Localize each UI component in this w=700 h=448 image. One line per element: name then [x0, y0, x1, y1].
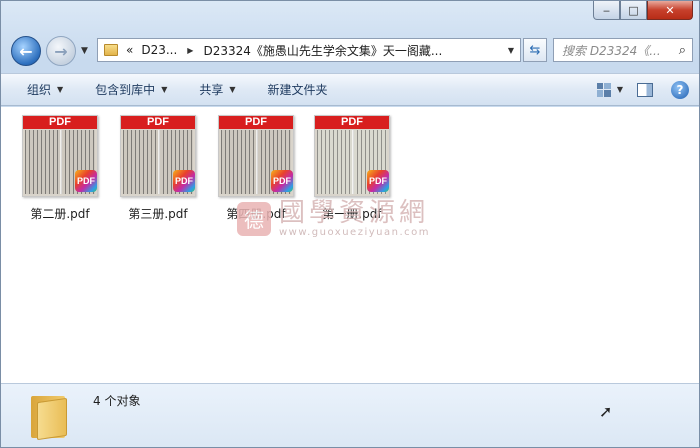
watermark: 德 國學資源網 www.guoxueziyuan.com	[237, 199, 430, 238]
address-dropdown-icon[interactable]: ▼	[508, 46, 514, 55]
navigation-bar: ← → ▼ « D23... ▶ D23324《施愚山先生学余文集》天一阁藏..…	[1, 33, 699, 69]
file-list: PDF PDF 第二册.pdf PDF PDF 第三册.pdf PDF PDF …	[1, 107, 699, 383]
arrow-left-icon: ←	[19, 41, 33, 61]
file-item[interactable]: PDF PDF 第三册.pdf	[113, 115, 203, 223]
maximize-button[interactable]: □	[620, 1, 647, 20]
include-in-library-label: 包含到库中	[95, 83, 156, 97]
forward-button[interactable]: →	[46, 36, 76, 66]
help-icon[interactable]: ?	[671, 80, 689, 99]
breadcrumb-current[interactable]: D23324《施愚山先生学余文集》天一阁藏...	[203, 42, 442, 59]
share-menu[interactable]: 共享 ▼	[177, 74, 245, 105]
item-count: 4 个对象	[93, 394, 141, 408]
include-in-library-menu[interactable]: 包含到库中 ▼	[73, 74, 177, 105]
minimize-button[interactable]: ‒	[593, 1, 620, 20]
pdf-thumbnail: PDF PDF	[22, 115, 98, 197]
chevron-right-icon[interactable]: ▶	[187, 46, 193, 55]
mouse-cursor-icon: ➚	[599, 402, 613, 421]
explorer-window: ‒ □ ✕ ← → ▼ « D23... ▶ D23324《施愚山先生学余文集》…	[0, 0, 700, 448]
breadcrumb-parent[interactable]: D23...	[141, 43, 177, 57]
organize-menu[interactable]: 组织 ▼	[1, 74, 73, 105]
caption-buttons: ‒ □ ✕	[593, 1, 693, 20]
refresh-icon: ⇆	[529, 42, 541, 58]
pdf-app-icon: PDF	[173, 170, 195, 192]
file-name[interactable]: 第二册.pdf	[30, 205, 89, 222]
search-placeholder: 搜索 D23324《...	[562, 43, 661, 58]
command-bar: 组织 ▼ 包含到库中 ▼ 共享 ▼ 新建文件夹 ▼ ?	[1, 73, 699, 106]
pdf-banner: PDF	[219, 116, 293, 129]
pdf-banner: PDF	[23, 116, 97, 129]
back-button[interactable]: ←	[11, 36, 41, 66]
refresh-button[interactable]: ⇆	[523, 38, 547, 62]
view-options-icon[interactable]	[596, 82, 611, 97]
minimize-icon: ‒	[603, 3, 610, 17]
address-bar[interactable]: « D23... ▶ D23324《施愚山先生学余文集》天一阁藏... ▼	[97, 38, 521, 62]
chevron-down-icon: ▼	[161, 85, 168, 94]
close-button[interactable]: ✕	[647, 1, 693, 20]
share-label: 共享	[199, 83, 224, 97]
details-pane: 4 个对象 ➚	[1, 383, 699, 447]
pdf-app-icon: PDF	[367, 170, 389, 192]
pdf-banner: PDF	[121, 116, 195, 129]
search-icon[interactable]: ⌕	[679, 43, 686, 58]
chevron-down-icon: ▼	[57, 85, 64, 94]
watermark-title: 國學資源網	[279, 198, 430, 228]
organize-label: 组织	[27, 83, 52, 97]
pdf-app-icon: PDF	[75, 170, 97, 192]
chevron-down-icon: ▼	[229, 85, 236, 94]
view-dropdown-icon[interactable]: ▼	[617, 85, 623, 94]
folder-icon	[31, 392, 71, 441]
arrow-right-icon: →	[54, 41, 68, 61]
file-name[interactable]: 第三册.pdf	[128, 205, 187, 222]
maximize-icon: □	[628, 3, 639, 17]
pdf-banner: PDF	[315, 116, 389, 129]
watermark-url: www.guoxueziyuan.com	[279, 227, 430, 238]
new-folder-button[interactable]: 新建文件夹	[246, 74, 338, 105]
recent-pages-dropdown[interactable]: ▼	[81, 46, 88, 56]
close-icon: ✕	[665, 3, 675, 17]
watermark-seal: 德	[237, 201, 271, 236]
file-item[interactable]: PDF PDF 第二册.pdf	[15, 115, 105, 223]
pdf-app-icon: PDF	[271, 170, 293, 192]
pdf-thumbnail: PDF PDF	[120, 115, 196, 197]
new-folder-label: 新建文件夹	[267, 83, 328, 97]
preview-pane-icon[interactable]	[637, 82, 653, 97]
search-input[interactable]: 搜索 D23324《... ⌕	[553, 38, 693, 62]
pdf-thumbnail: PDF PDF	[314, 115, 390, 197]
folder-icon	[104, 44, 118, 56]
pdf-thumbnail: PDF PDF	[218, 115, 294, 197]
address-overflow[interactable]: «	[126, 43, 133, 57]
